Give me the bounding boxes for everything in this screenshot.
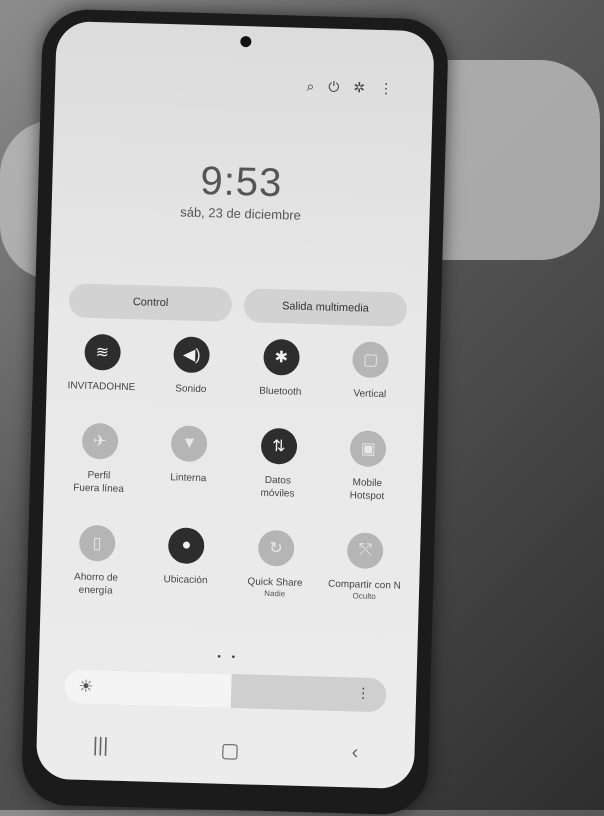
tile-airplane[interactable]: ✈ Perfil Fuera línea [54,422,145,496]
tile-flashlight[interactable]: ▼ Linterna [143,424,234,498]
brightness-more-icon[interactable]: ⋮ [356,684,370,701]
quick-settings-grid: ≋ INVITADOHNE ◀) Sonido ✱ Bluetooth ▢ Vertical ✈… [51,333,416,606]
tile-wifi[interactable]: ≋ INVITADOHNE [56,333,147,394]
quick-share-icon[interactable]: ↻ [257,529,295,567]
tile-label: Compartir con N [327,578,402,592]
page-indicator: • • [217,651,240,664]
tile-battery[interactable]: ▯ Ahorro de energía [51,524,142,598]
back-button[interactable]: ‹ [351,741,358,766]
tile-label: Sonido [175,383,207,396]
media-output-pill[interactable]: Salida multimedia [243,288,408,327]
tile-sublabel: Oculto [352,591,376,601]
tile-rotation[interactable]: ▢ Vertical [325,341,416,402]
gear-icon[interactable]: ✲ [353,79,365,96]
status-bar: ⌕ ⏻ ✲ ⋮ [306,78,393,97]
tile-bluetooth[interactable]: ✱ Bluetooth [235,338,326,399]
tile-sublabel: Nadie [264,588,286,599]
flashlight-icon[interactable]: ▼ [170,425,208,463]
tile-location[interactable]: ● Ubicación [140,526,231,600]
media-pill-row: Control Salida multimedia [68,283,408,327]
share-nearby-icon[interactable]: ⤲ [346,532,384,570]
bluetooth-icon[interactable]: ✱ [262,338,300,376]
tile-quickshare[interactable]: ↻ Quick Share Nadie [230,529,321,603]
hotspot-icon[interactable]: ▣ [349,430,387,468]
tile-sound[interactable]: ◀) Sonido [146,336,237,397]
tile-data[interactable]: ⇅ Datos móviles [233,427,324,501]
tile-label: Vertical [353,388,387,401]
location-pin-icon[interactable]: ● [168,527,205,565]
wifi-icon[interactable]: ≋ [83,333,121,371]
battery-saver-icon[interactable]: ▯ [78,524,116,562]
tile-label: Ahorro de energía [73,571,119,597]
tile-hotspot[interactable]: ▣ Mobile Hotspot [322,429,413,503]
tile-label: Mobile Hotspot [349,477,385,503]
tile-label: Ubicación [163,574,208,587]
navigation-bar: ||| ▢ ‹ [36,733,415,769]
tile-label: Linterna [170,472,207,485]
phone-frame: ⌕ ⏻ ✲ ⋮ 9:53 sáb, 23 de diciembre Contro… [20,8,450,816]
tile-label: Datos móviles [260,474,295,500]
mobile-data-icon[interactable]: ⇅ [260,427,298,465]
airplane-icon[interactable]: ✈ [81,422,119,460]
quick-panel-screen: ⌕ ⏻ ✲ ⋮ 9:53 sáb, 23 de diciembre Contro… [35,20,435,790]
recents-button[interactable]: ||| [92,734,108,759]
more-icon[interactable]: ⋮ [379,80,393,97]
search-icon[interactable]: ⌕ [306,78,314,95]
home-button[interactable]: ▢ [220,738,240,764]
tile-label: Bluetooth [259,385,302,398]
tile-label: INVITADOHNE [67,380,136,394]
brightness-slider[interactable]: ☀ ⋮ [63,669,387,713]
tile-label: Perfil Fuera línea [73,469,124,495]
tile-share[interactable]: ⤲ Compartir con N Oculto [319,531,410,605]
sun-icon: ☀ [78,676,94,697]
tile-label: Quick Share [247,576,303,589]
control-pill[interactable]: Control [68,283,233,322]
power-icon[interactable]: ⏻ [328,78,340,95]
speaker-icon[interactable]: ◀) [173,336,211,374]
front-camera [240,36,252,48]
lock-rotation-icon[interactable]: ▢ [352,341,390,379]
